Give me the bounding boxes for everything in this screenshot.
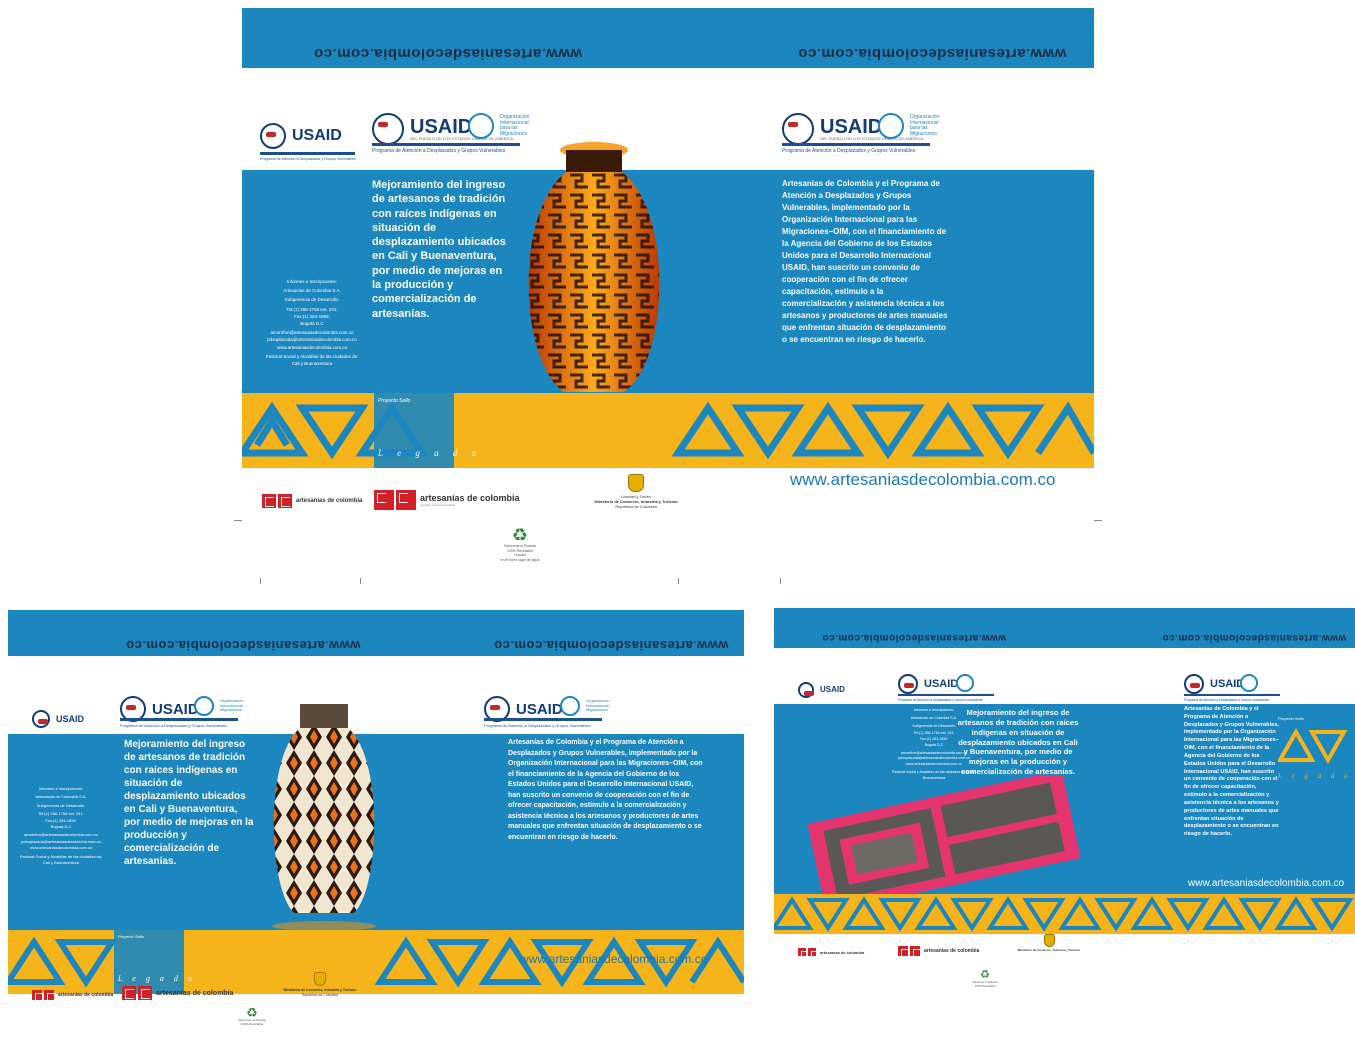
flipped-url: www.artesaniasdecolombia.com.co xyxy=(1161,632,1347,643)
usaid-logo: USAID xyxy=(260,123,342,149)
ministerio-logo: Ministerio de Comercio, Industria y Turi… xyxy=(1014,934,1084,953)
oim-globe-icon xyxy=(194,696,214,716)
artesanias-mark-icon xyxy=(262,494,292,508)
oim-logo: Organización Internacional Migraciones xyxy=(194,696,244,716)
programa-label: Programa de Atención a Desplazados y Gru… xyxy=(1184,694,1280,702)
oim-globe-icon xyxy=(560,696,580,716)
programa-label: Programa de Atención a Desplazados y Gru… xyxy=(372,143,520,154)
oim-globe-icon xyxy=(468,113,494,139)
brochure-title: Mejoramiento del ingreso de artesanos de… xyxy=(957,708,1079,777)
contact-info: Informes e Inscripciones: Artesanías de … xyxy=(265,279,359,366)
oim-globe-icon xyxy=(1240,674,1258,692)
flipped-url: www.artesaniasdecolombia.com.co xyxy=(797,45,1067,62)
artesanias-logo: artesanías de colombia xyxy=(798,948,864,961)
artesanias-logo: artesanías de colombia xyxy=(32,990,113,1003)
recycle-badge: ♻ Salvemos el Planeta 100% Reciclable xyxy=(234,1006,270,1027)
legado-pattern-icon xyxy=(1278,727,1348,765)
oim-logo: Organización Internacional Migraciones xyxy=(560,696,610,716)
escudo-icon xyxy=(1043,934,1055,947)
usaid-seal-icon xyxy=(798,682,814,698)
artesanias-mark-icon xyxy=(122,986,152,1000)
flipped-url: www.artesaniasdecolombia.com.co xyxy=(313,45,582,62)
flipped-url: www.artesaniasdecolombia.com.co xyxy=(493,638,729,653)
legado-label: L e g a d o xyxy=(378,448,483,458)
usaid-seal-icon xyxy=(260,123,286,149)
escudo-icon xyxy=(314,972,326,986)
website-url: www.artesaniasdecolombia.com.co xyxy=(1188,878,1345,889)
escudo-icon xyxy=(628,474,644,492)
flipped-url: www.artesaniasdecolombia.com.co xyxy=(821,632,1007,643)
oim-logo xyxy=(1240,674,1258,692)
programa-label: Programa de Atención a Desplazados y Gru… xyxy=(260,152,356,161)
artesanias-logo: artesanías de colombia xyxy=(898,946,979,959)
wave-pattern xyxy=(242,401,1094,460)
oim-logo xyxy=(956,674,974,692)
brochure-body: Artesanías de Colombia y el Programa de … xyxy=(782,179,948,344)
legado-box xyxy=(114,930,184,994)
crop-mark xyxy=(1094,520,1102,521)
legado-label: L e g a d o xyxy=(118,974,196,983)
artesanias-logo: artesanías de colombia creando nuestra id… xyxy=(374,490,520,510)
programa-label: Programa de Atención a Desplazados y Gru… xyxy=(782,143,930,154)
usaid-logo: USAID xyxy=(898,674,958,694)
brochure-sheet-bottom-left: www.artesaniasdecolombia.com.co www.arte… xyxy=(8,610,744,1040)
oim-logo: Organización Internacional para las Migraci… xyxy=(878,113,939,139)
artesanias-logo: artesanías de colombia xyxy=(122,986,233,1000)
artesanias-mark-icon xyxy=(798,948,820,961)
crop-mark xyxy=(780,578,781,584)
brochure-title: Mejoramiento del ingreso de artesanos de… xyxy=(372,179,506,320)
wave-pattern xyxy=(774,896,1354,932)
oim-logo: Organización Internacional para las Migraci… xyxy=(468,113,529,139)
flipped-url: www.artesaniasdecolombia.com.co xyxy=(125,638,361,653)
vase-image xyxy=(528,142,660,422)
brochure-title: Mejoramiento del ingreso de artesanos de… xyxy=(124,739,254,867)
crop-mark xyxy=(260,578,261,584)
website-url: www.artesaniasdecolombia.com.co xyxy=(520,952,708,966)
website-url: www.artesaniasdecolombia.com.co xyxy=(790,470,1056,489)
oim-globe-icon xyxy=(878,113,904,139)
usaid-seal-icon xyxy=(372,113,404,145)
artesanias-mark-icon xyxy=(898,946,922,959)
brochure-body: Artesanías de Colombia y el Programa de … xyxy=(1184,706,1279,838)
frames-image xyxy=(807,776,1081,906)
usaid-logo: USAID xyxy=(1184,674,1244,694)
brochure-sheet-top: www.artesaniasdecolombia.com.co www.arte… xyxy=(242,0,1094,580)
legado-label: L e g a d o xyxy=(1278,772,1352,780)
crop-mark xyxy=(234,520,242,521)
recycle-badge: ♻ Salvemos el Planeta 100% Reciclable xyxy=(970,970,1000,988)
brochure-body: Artesanías de Colombia y el Programa de … xyxy=(508,739,703,841)
programa-label: Programa de Atención a Desplazados y Gru… xyxy=(120,718,238,728)
usaid-seal-icon xyxy=(898,674,918,694)
artesanias-mark-icon xyxy=(32,990,56,1003)
ministerio-logo: Ministerio de Comercio, Industria y Turi… xyxy=(280,972,360,997)
crop-mark xyxy=(678,578,679,584)
programa-label: Programa de Atención a Desplazados y Gru… xyxy=(484,718,602,728)
proyecto-label: Proyecto Sello xyxy=(1278,716,1304,721)
crop-mark xyxy=(360,578,361,584)
artesanias-mark-icon xyxy=(374,490,416,510)
usaid-seal-icon xyxy=(782,113,814,145)
recycle-badge: ♻ Salvemos el Planeta 100% Reciclable Cu… xyxy=(497,526,543,562)
proyecto-label: Proyecto Sello xyxy=(118,934,144,939)
programa-label: Programa de Atención a Desplazados y Gru… xyxy=(898,694,994,702)
usaid-logo: USAID xyxy=(32,710,84,728)
contact-info: Informes e Inscripciones: Artesanías de … xyxy=(19,786,103,865)
usaid-seal-icon xyxy=(32,710,50,728)
oim-globe-icon xyxy=(956,674,974,692)
main-blue-panel xyxy=(242,170,1094,400)
usaid-logo: USAID xyxy=(798,682,845,698)
ministerio-logo: Libertad y Orden Ministerio de Comercio,… xyxy=(586,474,686,510)
recycle-icon: ♻ xyxy=(511,525,529,545)
usaid-seal-icon xyxy=(1184,674,1204,694)
brochure-sheet-bottom-right: www.artesaniasdecolombia.com.co www.arte… xyxy=(774,608,1355,1041)
vase-image xyxy=(272,704,376,931)
proyecto-label: Proyecto Sello xyxy=(378,398,411,404)
artesanias-logo: artesanías de colombia xyxy=(262,494,362,508)
